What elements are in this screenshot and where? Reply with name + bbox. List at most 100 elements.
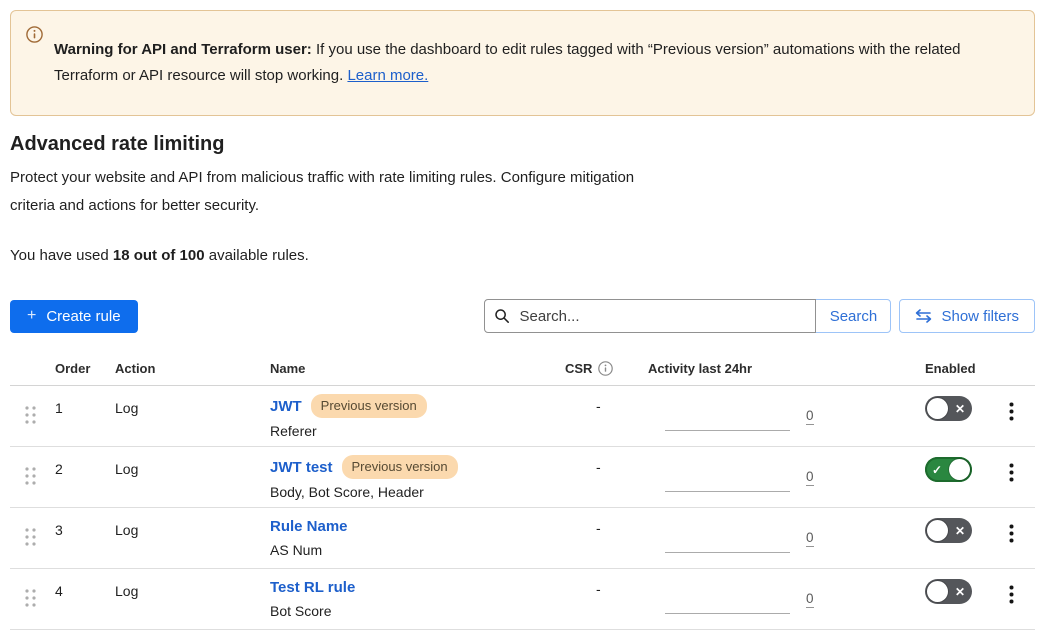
plus-icon: +	[27, 307, 36, 325]
rule-action: Log	[115, 522, 138, 538]
rule-criteria: AS Num	[270, 540, 558, 560]
table-row: 2 Log JWT test Previous version Body, Bo…	[10, 447, 1035, 508]
usage-count: 18 out of 100	[113, 247, 205, 264]
rule-name-link[interactable]: JWT	[270, 396, 302, 417]
header-action: Action	[106, 355, 258, 386]
activity-chart: 0	[665, 400, 908, 431]
rules-table: Order Action Name CSR Activity last 24hr…	[10, 355, 1035, 630]
toolbar: + Create rule Search Show filters	[10, 299, 1035, 333]
toggle-knob	[927, 581, 948, 602]
toggle-knob	[927, 520, 948, 541]
rule-csr-value: -	[596, 398, 601, 414]
rule-criteria: Bot Score	[270, 601, 558, 621]
rule-name-line: Rule Name	[270, 516, 558, 537]
table-row: 3 Log Rule Name AS Num - 0 ✕	[10, 508, 1035, 569]
header-csr-label: CSR	[565, 361, 592, 376]
drag-handle-icon[interactable]	[24, 405, 37, 428]
enabled-toggle[interactable]: ✕	[925, 396, 972, 421]
rule-name-line: Test RL rule	[270, 577, 558, 598]
rule-csr-value: -	[596, 581, 601, 597]
activity-sparkline	[665, 522, 790, 553]
drag-handle-icon[interactable]	[24, 527, 37, 550]
toggle-knob	[949, 459, 970, 480]
rule-name-link[interactable]: Test RL rule	[270, 577, 355, 598]
kebab-menu-button[interactable]	[1003, 398, 1020, 428]
usage-suffix: available rules.	[209, 247, 309, 264]
kebab-menu-button[interactable]	[1003, 459, 1020, 489]
rule-name-line: JWT Previous version	[270, 394, 558, 418]
create-rule-label: Create rule	[46, 308, 120, 325]
activity-sparkline	[665, 400, 790, 431]
table-row: 1 Log JWT Previous version Referer - 0 ✕	[10, 386, 1035, 447]
activity-chart: 0	[665, 583, 908, 614]
rule-name-link[interactable]: JWT test	[270, 457, 333, 478]
enabled-toggle[interactable]: ✕	[925, 518, 972, 543]
table-row: 4 Log Test RL rule Bot Score - 0 ✕	[10, 569, 1035, 630]
activity-value[interactable]: 0	[806, 470, 814, 486]
usage-prefix: You have used	[10, 247, 109, 264]
page-title: Advanced rate limiting	[10, 133, 1035, 156]
enabled-toggle[interactable]: ✕	[925, 579, 972, 604]
header-order: Order	[48, 355, 106, 386]
advanced-rate-limiting-page: Warning for API and Terraform user: If y…	[0, 0, 1045, 630]
create-rule-button[interactable]: + Create rule	[10, 300, 138, 333]
rule-csr-value: -	[596, 459, 601, 475]
activity-value[interactable]: 0	[806, 409, 814, 425]
rule-action: Log	[115, 400, 138, 416]
toggle-x-icon: ✕	[955, 403, 965, 415]
page-description: Protect your website and API from malici…	[10, 164, 638, 220]
kebab-dots-icon	[1009, 402, 1014, 421]
kebab-dots-icon	[1009, 524, 1014, 543]
rule-order: 1	[55, 400, 63, 416]
rule-name-link[interactable]: Rule Name	[270, 516, 348, 537]
kebab-dots-icon	[1009, 463, 1014, 482]
info-circle-icon	[26, 26, 43, 48]
warning-title: Warning for API and Terraform user:	[54, 41, 312, 58]
search-group: Search Show filters	[484, 299, 1035, 333]
kebab-dots-icon	[1009, 585, 1014, 604]
toggle-x-icon: ✕	[955, 586, 965, 598]
header-enabled: Enabled	[908, 355, 993, 386]
activity-value[interactable]: 0	[806, 531, 814, 547]
header-name: Name	[258, 355, 558, 386]
activity-value[interactable]: 0	[806, 592, 814, 608]
kebab-menu-button[interactable]	[1003, 520, 1020, 550]
swap-arrows-icon	[915, 309, 932, 323]
warning-banner: Warning for API and Terraform user: If y…	[10, 10, 1035, 116]
rule-order: 2	[55, 461, 63, 477]
activity-sparkline	[665, 583, 790, 614]
header-activity: Activity last 24hr	[648, 355, 908, 386]
rules-table-body: 1 Log JWT Previous version Referer - 0 ✕	[10, 386, 1035, 630]
toggle-check-icon: ✓	[932, 464, 942, 476]
toggle-knob	[927, 398, 948, 419]
header-csr: CSR	[558, 355, 648, 386]
table-header-row: Order Action Name CSR Activity last 24hr…	[10, 355, 1035, 386]
rule-csr-value: -	[596, 520, 601, 536]
csr-info-icon[interactable]	[598, 361, 613, 376]
search-input[interactable]	[484, 299, 816, 333]
show-filters-label: Show filters	[941, 308, 1019, 325]
previous-version-badge: Previous version	[342, 455, 458, 479]
activity-chart: 0	[665, 461, 908, 492]
search-icon	[494, 308, 510, 324]
rule-name-line: JWT test Previous version	[270, 455, 558, 479]
rule-action: Log	[115, 461, 138, 477]
search-button[interactable]: Search	[815, 299, 891, 333]
rule-criteria: Body, Bot Score, Header	[270, 482, 558, 502]
show-filters-button[interactable]: Show filters	[899, 299, 1035, 333]
search-box	[484, 299, 816, 333]
activity-chart: 0	[665, 522, 908, 553]
drag-handle-icon[interactable]	[24, 588, 37, 611]
activity-sparkline	[665, 461, 790, 492]
header-handle	[10, 355, 48, 386]
drag-handle-icon[interactable]	[24, 466, 37, 489]
rule-order: 3	[55, 522, 63, 538]
toggle-x-icon: ✕	[955, 525, 965, 537]
kebab-menu-button[interactable]	[1003, 581, 1020, 611]
usage-line: You have used 18 out of 100 available ru…	[10, 247, 1035, 264]
enabled-toggle[interactable]: ✓	[925, 457, 972, 482]
learn-more-link[interactable]: Learn more.	[347, 67, 428, 84]
rule-criteria: Referer	[270, 421, 558, 441]
header-menu	[993, 355, 1035, 386]
warning-text: Warning for API and Terraform user: If y…	[54, 37, 1016, 89]
